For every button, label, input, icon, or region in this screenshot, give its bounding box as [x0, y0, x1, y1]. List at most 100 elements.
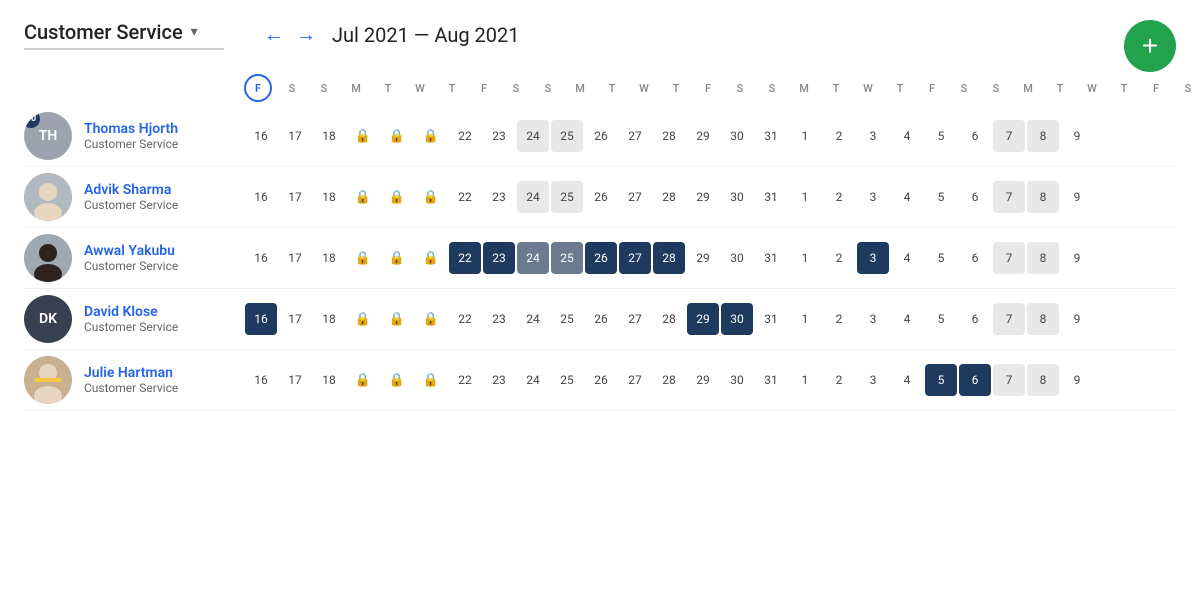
day-cell[interactable]: 23 [483, 181, 515, 213]
day-cell[interactable]: 16 [245, 181, 277, 213]
day-cell[interactable]: 28 [653, 364, 685, 396]
day-cell[interactable]: 24 [517, 242, 549, 274]
day-cell[interactable]: 2 [823, 303, 855, 335]
day-cell[interactable]: 27 [619, 242, 651, 274]
day-cell[interactable]: 22 [449, 303, 481, 335]
day-cell[interactable]: 28 [653, 303, 685, 335]
day-cell[interactable]: 6 [959, 303, 991, 335]
day-cell[interactable]: 17 [279, 303, 311, 335]
day-cell[interactable]: 7 [993, 303, 1025, 335]
day-cell[interactable]: 22 [449, 364, 481, 396]
day-cell[interactable]: 🔒 [347, 242, 379, 274]
day-cell[interactable]: 31 [755, 120, 787, 152]
day-cell[interactable]: 3 [857, 120, 889, 152]
day-cell[interactable]: 25 [551, 303, 583, 335]
day-cell[interactable]: 3 [857, 303, 889, 335]
day-cell[interactable]: 🔒 [415, 303, 447, 335]
day-cell[interactable]: 8 [1027, 364, 1059, 396]
day-cell[interactable]: 3 [857, 364, 889, 396]
day-cell[interactable]: 22 [449, 181, 481, 213]
day-cell[interactable]: 27 [619, 120, 651, 152]
day-cell[interactable]: 6 [959, 120, 991, 152]
day-cell[interactable]: 18 [313, 364, 345, 396]
day-cell[interactable]: 🔒 [381, 181, 413, 213]
day-cell[interactable]: 6 [959, 242, 991, 274]
day-cell[interactable]: 26 [585, 181, 617, 213]
day-cell[interactable]: 🔒 [347, 364, 379, 396]
day-cell[interactable]: 9 [1061, 242, 1093, 274]
day-cell[interactable]: 5 [925, 120, 957, 152]
day-cell[interactable]: 1 [789, 364, 821, 396]
day-cell[interactable]: 5 [925, 364, 957, 396]
day-cell[interactable]: 23 [483, 303, 515, 335]
day-cell[interactable]: 9 [1061, 303, 1093, 335]
day-cell[interactable]: 🔒 [347, 303, 379, 335]
day-cell[interactable]: 18 [313, 303, 345, 335]
day-cell[interactable]: 31 [755, 242, 787, 274]
day-cell[interactable]: 8 [1027, 242, 1059, 274]
day-cell[interactable]: 8 [1027, 120, 1059, 152]
day-cell[interactable]: 31 [755, 181, 787, 213]
day-cell[interactable]: 30 [721, 303, 753, 335]
day-cell[interactable]: 30 [721, 181, 753, 213]
day-cell[interactable]: 5 [925, 181, 957, 213]
day-cell[interactable]: 27 [619, 364, 651, 396]
day-cell[interactable]: 17 [279, 181, 311, 213]
day-cell[interactable]: 6 [959, 181, 991, 213]
prev-button[interactable]: ← [264, 24, 284, 47]
day-cell[interactable]: 8 [1027, 303, 1059, 335]
day-cell[interactable]: 9 [1061, 181, 1093, 213]
day-cell[interactable]: 17 [279, 364, 311, 396]
department-dropdown[interactable]: Customer Service ▾ [24, 20, 224, 50]
day-cell[interactable]: 18 [313, 120, 345, 152]
day-cell[interactable]: 🔒 [381, 242, 413, 274]
day-cell[interactable]: 22 [449, 120, 481, 152]
day-cell[interactable]: 7 [993, 364, 1025, 396]
day-cell[interactable]: 3 [857, 181, 889, 213]
day-cell[interactable]: 1 [789, 242, 821, 274]
day-cell[interactable]: 30 [721, 242, 753, 274]
day-cell[interactable]: 23 [483, 364, 515, 396]
day-cell[interactable]: 22 [449, 242, 481, 274]
day-cell[interactable]: 16 [245, 303, 277, 335]
day-cell[interactable]: 24 [517, 120, 549, 152]
day-cell[interactable]: 1 [789, 120, 821, 152]
day-cell[interactable]: 2 [823, 181, 855, 213]
day-cell[interactable]: 1 [789, 303, 821, 335]
day-cell[interactable]: 24 [517, 364, 549, 396]
day-cell[interactable]: 2 [823, 242, 855, 274]
day-cell[interactable]: 7 [993, 120, 1025, 152]
day-cell[interactable]: 4 [891, 181, 923, 213]
day-cell[interactable]: 🔒 [347, 120, 379, 152]
day-cell[interactable]: 28 [653, 242, 685, 274]
day-cell[interactable]: 29 [687, 181, 719, 213]
day-cell[interactable]: 25 [551, 181, 583, 213]
day-cell[interactable]: 16 [245, 242, 277, 274]
day-cell[interactable]: 23 [483, 242, 515, 274]
day-cell[interactable]: 29 [687, 303, 719, 335]
day-cell[interactable]: 6 [959, 364, 991, 396]
day-cell[interactable]: 9 [1061, 120, 1093, 152]
day-cell[interactable]: 🔒 [415, 181, 447, 213]
day-cell[interactable]: 7 [993, 242, 1025, 274]
day-cell[interactable]: 27 [619, 303, 651, 335]
day-cell[interactable]: 31 [755, 303, 787, 335]
day-cell[interactable]: 3 [857, 242, 889, 274]
day-cell[interactable]: 24 [517, 303, 549, 335]
day-cell[interactable]: 25 [551, 120, 583, 152]
next-button[interactable]: → [296, 24, 316, 47]
day-cell[interactable]: 29 [687, 120, 719, 152]
day-cell[interactable]: 5 [925, 303, 957, 335]
day-cell[interactable]: 4 [891, 242, 923, 274]
day-cell[interactable]: 🔒 [347, 181, 379, 213]
day-cell[interactable]: 4 [891, 303, 923, 335]
day-cell[interactable]: 9 [1061, 364, 1093, 396]
day-cell[interactable]: 4 [891, 120, 923, 152]
day-cell[interactable]: 2 [823, 120, 855, 152]
day-cell[interactable]: 28 [653, 181, 685, 213]
day-cell[interactable]: 🔒 [415, 120, 447, 152]
day-cell[interactable]: 1 [789, 181, 821, 213]
day-cell[interactable]: 17 [279, 242, 311, 274]
day-cell[interactable]: 25 [551, 242, 583, 274]
day-cell[interactable]: 27 [619, 181, 651, 213]
